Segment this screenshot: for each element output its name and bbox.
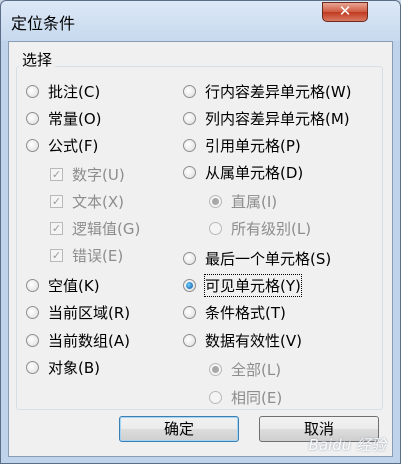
checkmark-icon[interactable]: ✓ bbox=[50, 194, 63, 208]
option-label: 条件格式(T) bbox=[205, 303, 286, 322]
option-data-validation[interactable]: 数据有效性(V) bbox=[183, 329, 302, 351]
option-label: 公式(F) bbox=[48, 136, 99, 155]
ok-button[interactable]: 确定 bbox=[119, 416, 239, 442]
radio-icon[interactable] bbox=[26, 138, 39, 152]
option-last-cell[interactable]: 最后一个单元格(S) bbox=[183, 247, 331, 269]
checkmark-icon[interactable]: ✓ bbox=[50, 167, 63, 181]
close-icon: ✕ bbox=[338, 2, 352, 20]
checkbox-errors[interactable]: ✓ 错误(E) bbox=[50, 244, 123, 266]
option-precedents[interactable]: 引用单元格(P) bbox=[183, 134, 301, 156]
watermark-logo: Baidu 经验 bbox=[308, 436, 386, 454]
radio-icon[interactable] bbox=[183, 333, 196, 347]
checkbox-text[interactable]: ✓ 文本(X) bbox=[50, 190, 124, 212]
radio-icon[interactable] bbox=[209, 362, 222, 376]
checkmark-icon[interactable]: ✓ bbox=[50, 221, 63, 235]
radio-icon[interactable] bbox=[209, 390, 222, 404]
radio-icon[interactable] bbox=[26, 333, 39, 347]
option-validation-same[interactable]: 相同(E) bbox=[209, 386, 282, 408]
radio-icon[interactable] bbox=[183, 251, 196, 265]
radio-icon[interactable] bbox=[183, 84, 196, 98]
radio-icon[interactable] bbox=[209, 221, 222, 235]
option-label: 批注(C) bbox=[48, 82, 101, 101]
radio-icon[interactable] bbox=[26, 305, 39, 319]
option-formulas[interactable]: 公式(F) bbox=[26, 134, 98, 156]
group-label: 选择 bbox=[19, 49, 56, 70]
dialog-title: 定位条件 bbox=[11, 14, 76, 33]
radio-icon[interactable] bbox=[183, 305, 196, 319]
option-direct-only[interactable]: 直属(I) bbox=[209, 190, 277, 212]
radio-icon[interactable] bbox=[183, 278, 196, 292]
radio-icon[interactable] bbox=[26, 278, 39, 292]
option-column-differences[interactable]: 列内容差异单元格(M) bbox=[183, 107, 350, 129]
option-comments[interactable]: 批注(C) bbox=[26, 80, 100, 102]
option-label: 可见单元格(Y) bbox=[204, 273, 302, 297]
option-label: 逻辑值(G) bbox=[72, 219, 141, 238]
option-label: 对象(B) bbox=[48, 358, 100, 377]
option-validation-all[interactable]: 全部(L) bbox=[209, 358, 281, 380]
option-conditional-formats[interactable]: 条件格式(T) bbox=[183, 301, 286, 323]
dialog-client-area: 选择 批注(C) 常量(O) 公式(F) ✓ 数字(U) ✓ 文本(X) ✓ 逻… bbox=[8, 41, 393, 457]
option-constants[interactable]: 常量(O) bbox=[26, 107, 102, 129]
option-dependents[interactable]: 从属单元格(D) bbox=[183, 161, 303, 183]
option-label: 所有级别(L) bbox=[231, 219, 312, 238]
option-visible-cells[interactable]: 可见单元格(Y) bbox=[183, 273, 302, 297]
option-label: 全部(L) bbox=[231, 360, 282, 379]
option-label: 相同(E) bbox=[231, 388, 283, 407]
checkbox-logicals[interactable]: ✓ 逻辑值(G) bbox=[50, 217, 140, 239]
checkbox-numbers[interactable]: ✓ 数字(U) bbox=[50, 163, 125, 185]
radio-icon[interactable] bbox=[26, 360, 39, 374]
option-label: 引用单元格(P) bbox=[205, 136, 301, 155]
dialog-window: 定位条件 ✕ 选择 批注(C) 常量(O) 公式(F) ✓ 数字(U) ✓ 文本… bbox=[0, 0, 401, 464]
option-label: 文本(X) bbox=[72, 192, 124, 211]
option-current-region[interactable]: 当前区域(R) bbox=[26, 301, 130, 323]
radio-icon[interactable] bbox=[183, 165, 196, 179]
option-label: 数据有效性(V) bbox=[205, 331, 302, 350]
option-label: 常量(O) bbox=[48, 109, 102, 128]
option-label: 从属单元格(D) bbox=[205, 163, 304, 182]
option-label: 列内容差异单元格(M) bbox=[205, 109, 350, 128]
option-label: 数字(U) bbox=[72, 165, 125, 184]
option-all-levels[interactable]: 所有级别(L) bbox=[209, 217, 311, 239]
option-label: 行内容差异单元格(W) bbox=[205, 82, 352, 101]
radio-icon[interactable] bbox=[183, 138, 196, 152]
option-label: 空值(K) bbox=[48, 276, 100, 295]
radio-icon[interactable] bbox=[183, 111, 196, 125]
option-label: 直属(I) bbox=[231, 192, 278, 211]
checkmark-icon[interactable]: ✓ bbox=[50, 248, 63, 262]
close-button[interactable]: ✕ bbox=[322, 2, 368, 22]
option-objects[interactable]: 对象(B) bbox=[26, 356, 100, 378]
option-current-array[interactable]: 当前数组(A) bbox=[26, 329, 130, 351]
title-bar[interactable]: 定位条件 ✕ bbox=[1, 1, 400, 41]
radio-icon[interactable] bbox=[26, 111, 39, 125]
option-row-differences[interactable]: 行内容差异单元格(W) bbox=[183, 80, 352, 102]
option-blanks[interactable]: 空值(K) bbox=[26, 274, 100, 296]
option-label: 当前区域(R) bbox=[48, 303, 131, 322]
option-label: 错误(E) bbox=[72, 246, 124, 265]
radio-icon[interactable] bbox=[26, 84, 39, 98]
option-label: 最后一个单元格(S) bbox=[205, 249, 332, 268]
option-label: 当前数组(A) bbox=[48, 331, 130, 350]
radio-icon[interactable] bbox=[209, 194, 222, 208]
